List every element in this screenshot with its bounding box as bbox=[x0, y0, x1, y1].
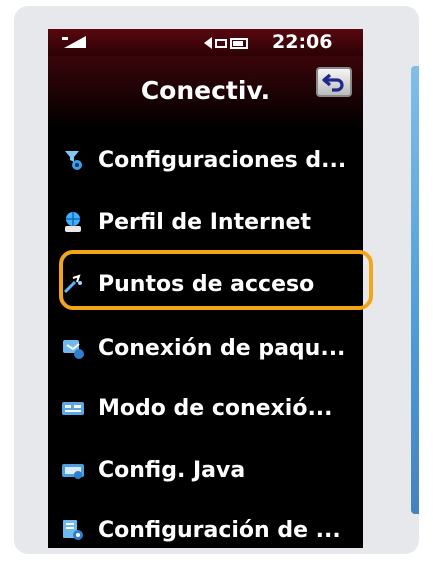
message-icon bbox=[215, 38, 227, 48]
back-arrow-icon bbox=[322, 73, 344, 92]
clock-time: 22:06 bbox=[272, 31, 333, 53]
menu-item-label: Configuración de ... bbox=[98, 517, 341, 543]
configuration-icon bbox=[63, 520, 83, 540]
status-bar: 22:06 bbox=[48, 29, 363, 56]
connection-mode-icon bbox=[62, 402, 84, 415]
screen-header: Conectiv. bbox=[48, 56, 363, 129]
settings-network-icon bbox=[65, 151, 82, 170]
menu-item-configuraciones[interactable]: Configuraciones d... bbox=[48, 129, 363, 191]
status-icons bbox=[204, 36, 248, 50]
selection-highlight bbox=[59, 250, 373, 310]
menu-item-label: Modo de conexió... bbox=[98, 395, 333, 421]
frame-accent bbox=[411, 66, 419, 514]
menu-item-label: Conexión de paqu... bbox=[98, 335, 346, 361]
java-icon bbox=[62, 464, 84, 479]
menu-item-configuracion[interactable]: Configuración de ... bbox=[48, 499, 363, 548]
menu-item-config-java[interactable]: Config. Java bbox=[48, 439, 363, 501]
menu-item-modo-conexion[interactable]: Modo de conexió... bbox=[48, 377, 363, 439]
signal-icon bbox=[62, 36, 86, 48]
internet-profile-icon bbox=[65, 212, 81, 232]
menu-item-label: Config. Java bbox=[98, 457, 246, 483]
menu-item-label: Configuraciones d... bbox=[98, 147, 347, 173]
menu-item-perfil-internet[interactable]: Perfil de Internet bbox=[48, 191, 363, 253]
menu-item-conexion-paquetes[interactable]: Conexión de paqu... bbox=[48, 317, 363, 379]
arrow-icon bbox=[204, 37, 212, 49]
back-button[interactable] bbox=[316, 67, 352, 97]
menu-item-label: Perfil de Internet bbox=[98, 209, 311, 235]
battery-icon bbox=[230, 37, 248, 49]
packet-connection-icon bbox=[63, 340, 84, 359]
